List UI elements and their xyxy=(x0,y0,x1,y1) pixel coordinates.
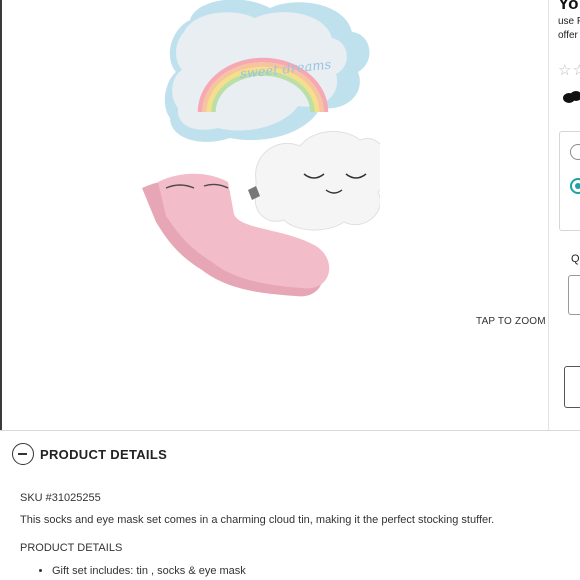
product-description: This socks and eye mask set comes in a c… xyxy=(20,514,495,526)
option-radio-1[interactable] xyxy=(570,144,580,160)
column-divider xyxy=(548,0,549,430)
product-details-heading: PRODUCT DETAILS xyxy=(40,447,168,462)
product-details-subheading: PRODUCT DETAILS xyxy=(20,542,123,554)
cloud-tin-image: sweet dreams xyxy=(164,0,370,142)
add-to-bag-button[interactable] xyxy=(564,366,580,408)
quantity-select[interactable] xyxy=(568,275,580,315)
left-border xyxy=(0,0,2,430)
eye-mask-image xyxy=(248,130,380,231)
offer-text-line-1: use F xyxy=(558,16,580,27)
section-divider xyxy=(0,430,580,431)
option-box xyxy=(559,131,580,231)
product-title: Yo xyxy=(558,0,579,13)
rating-stars[interactable]: ☆☆ xyxy=(558,61,580,79)
purchase-panel: Yo use F offer ☆☆ Q xyxy=(556,0,580,430)
sku-text: SKU #31025255 xyxy=(20,492,101,504)
list-item: Gift set includes: tin , socks & eye mas… xyxy=(52,565,246,577)
tap-to-zoom-label[interactable]: TAP TO ZOOM xyxy=(476,316,546,327)
details-bullet-list: Gift set includes: tin , socks & eye mas… xyxy=(38,565,246,577)
quantity-label: Q xyxy=(571,253,580,265)
product-image[interactable]: sweet dreams xyxy=(120,0,380,310)
chat-bubble-icon[interactable] xyxy=(562,90,580,104)
option-radio-2[interactable] xyxy=(570,178,580,194)
collapse-minus-icon[interactable] xyxy=(12,443,34,465)
offer-text-line-2: offer xyxy=(558,30,578,41)
